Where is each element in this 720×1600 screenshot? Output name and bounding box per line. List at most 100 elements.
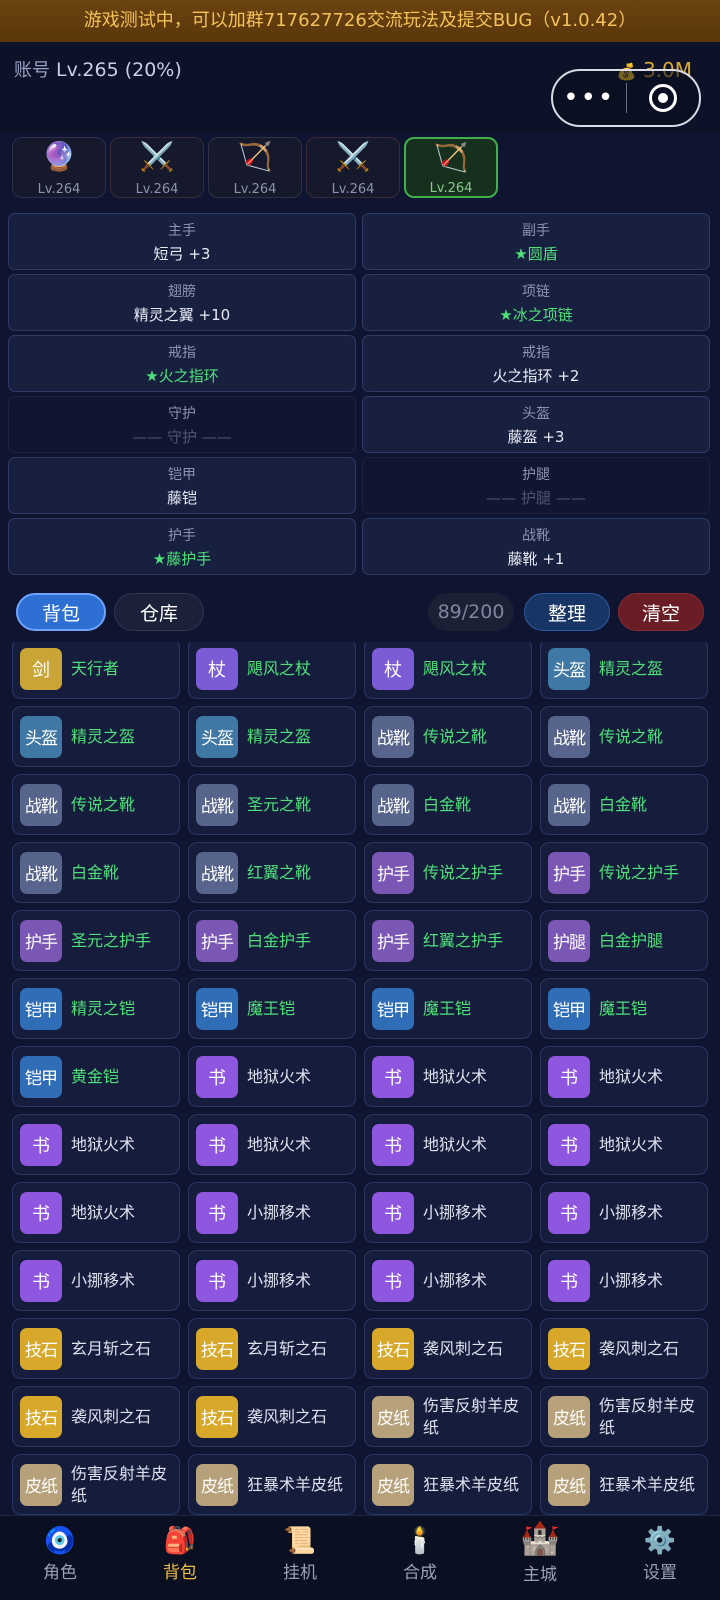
- bag-item[interactable]: 书小挪移术: [188, 1182, 356, 1243]
- tab-bag[interactable]: 背包: [16, 593, 106, 631]
- bag-item[interactable]: 皮纸 狂暴术羊皮纸: [540, 1454, 708, 1515]
- bag-item[interactable]: 护手 传说之护手: [540, 842, 708, 903]
- bag-item[interactable]: 皮纸 狂暴术羊皮纸: [364, 1454, 532, 1515]
- bag-item[interactable]: 书地狱火术: [12, 1182, 180, 1243]
- bag-item[interactable]: 战靴 白金靴: [12, 842, 180, 903]
- bag-item[interactable]: 书地狱火术: [12, 1114, 180, 1175]
- equipment-slot[interactable]: 副手 ★圆盾: [362, 213, 710, 270]
- item-name: 袭风刺之石: [599, 1338, 680, 1358]
- equipment-slot[interactable]: 翅膀 精灵之翼 +10: [8, 274, 356, 331]
- nav-settings[interactable]: ⚙️ 设置: [600, 1516, 720, 1600]
- bag-item[interactable]: 战靴 白金靴: [540, 774, 708, 835]
- equipment-slot[interactable]: 戒指 ★火之指环: [8, 335, 356, 392]
- bag-item[interactable]: 技石 玄月斩之石: [12, 1318, 180, 1379]
- bag-item[interactable]: 书地狱火术: [540, 1114, 708, 1175]
- bag-item[interactable]: 书地狱火术: [364, 1046, 532, 1107]
- bag-item[interactable]: 书小挪移术: [188, 1250, 356, 1311]
- equipment-slot[interactable]: 主手 短弓 +3: [8, 213, 356, 270]
- bag-item[interactable]: 护手 白金护手: [188, 910, 356, 971]
- sort-button[interactable]: 整理: [524, 593, 610, 631]
- bag-item[interactable]: 剑天行者: [12, 642, 180, 699]
- clear-button[interactable]: 清空: [618, 593, 704, 631]
- equipment-slot[interactable]: 头盔 藤盔 +3: [362, 396, 710, 453]
- nav-bag[interactable]: 🎒 背包: [120, 1516, 240, 1600]
- bag-item[interactable]: 战靴 传说之靴: [364, 706, 532, 767]
- bag-item[interactable]: 技石 袭风刺之石: [12, 1386, 180, 1447]
- item-type-badge: 战靴: [548, 783, 590, 826]
- bag-item[interactable]: 护腿 白金护腿: [540, 910, 708, 971]
- bag-item[interactable]: 皮纸 伤害反射羊皮纸: [364, 1386, 532, 1447]
- bag-item[interactable]: 书小挪移术: [364, 1250, 532, 1311]
- bag-item[interactable]: 战靴 传说之靴: [540, 706, 708, 767]
- bag-item[interactable]: 头盔 精灵之盔: [188, 706, 356, 767]
- bag-item[interactable]: 书地狱火术: [188, 1114, 356, 1175]
- bag-item[interactable]: 铠甲 魔王铠: [540, 978, 708, 1039]
- item-name: 伤害反射羊皮纸: [423, 1395, 520, 1437]
- equipment-item-name: 藤靴 +1: [507, 550, 565, 568]
- bag-item[interactable]: 铠甲 黄金铠: [12, 1046, 180, 1107]
- item-name: 白金护手: [247, 930, 312, 950]
- bag-item[interactable]: 皮纸 伤害反射羊皮纸: [540, 1386, 708, 1447]
- bag-item[interactable]: 战靴 红翼之靴: [188, 842, 356, 903]
- bag-item[interactable]: 护手 传说之护手: [364, 842, 532, 903]
- bag-item[interactable]: 书小挪移术: [12, 1250, 180, 1311]
- bag-item[interactable]: 战靴 白金靴: [364, 774, 532, 835]
- character-slot[interactable]: 🏹 Lv.264: [208, 137, 302, 198]
- bag-item[interactable]: 书小挪移术: [540, 1250, 708, 1311]
- equipment-slot[interactable]: 铠甲 藤铠: [8, 457, 356, 514]
- bag-item[interactable]: 护手 圣元之护手: [12, 910, 180, 971]
- item-type-badge: 书: [196, 1191, 238, 1234]
- character-slot[interactable]: ⚔️ Lv.264: [306, 137, 400, 198]
- more-button[interactable]: •••: [553, 69, 626, 127]
- item-name: 小挪移术: [247, 1202, 312, 1222]
- item-type-badge: 技石: [20, 1395, 62, 1438]
- character-slot[interactable]: 🏹 Lv.264: [404, 137, 498, 198]
- character-slot[interactable]: 🔮 Lv.264: [12, 137, 106, 198]
- bag-item[interactable]: 战靴 圣元之靴: [188, 774, 356, 835]
- bag-item[interactable]: 护手 红翼之护手: [364, 910, 532, 971]
- item-name: 精灵之盔: [247, 726, 312, 746]
- item-type-badge: 书: [20, 1123, 62, 1166]
- bag-item[interactable]: 技石 玄月斩之石: [188, 1318, 356, 1379]
- character-slot[interactable]: ⚔️ Lv.264: [110, 137, 204, 198]
- equipment-slot[interactable]: 项链 ★冰之项链: [362, 274, 710, 331]
- nav-character[interactable]: 🧿 角色: [0, 1516, 120, 1600]
- bag-item[interactable]: 书地狱火术: [540, 1046, 708, 1107]
- equipment-slot[interactable]: 护腿 —— 护腿 ——: [362, 457, 710, 514]
- bag-item[interactable]: 技石 袭风刺之石: [540, 1318, 708, 1379]
- equipment-slot[interactable]: 守护 —— 守护 ——: [8, 396, 356, 453]
- bag-item[interactable]: 皮纸 狂暴术羊皮纸: [188, 1454, 356, 1515]
- bag-item[interactable]: 铠甲 精灵之铠: [12, 978, 180, 1039]
- bag-item[interactable]: 战靴 传说之靴: [12, 774, 180, 835]
- bag-item[interactable]: 书小挪移术: [540, 1182, 708, 1243]
- bag-item[interactable]: 书地狱火术: [188, 1046, 356, 1107]
- bag-item[interactable]: 皮纸 伤害反射羊皮纸: [12, 1454, 180, 1515]
- close-miniprogram-button[interactable]: [627, 84, 700, 112]
- bag-item[interactable]: 铠甲 魔王铠: [364, 978, 532, 1039]
- bag-item[interactable]: 技石 袭风刺之石: [188, 1386, 356, 1447]
- bag-item[interactable]: 头盔 精灵之盔: [12, 706, 180, 767]
- bag-scroll-area[interactable]: 剑天行者杖飓风之杖杖飓风之杖 头盔 精灵之盔 头盔 精灵之盔 头盔 精灵之盔 战靴 传说之靴 战靴…: [0, 642, 720, 1515]
- announcement-banner: 游戏测试中，可以加群717627726交流玩法及提交BUG（v1.0.42）: [0, 0, 720, 42]
- item-name: 狂暴术羊皮纸: [247, 1474, 344, 1494]
- equipment-slot[interactable]: 战靴 藤靴 +1: [362, 518, 710, 575]
- item-name: 地狱火术: [599, 1134, 664, 1154]
- bag-item[interactable]: 杖飓风之杖: [364, 642, 532, 699]
- item-name: 魔王铠: [599, 998, 648, 1018]
- bag-item[interactable]: 头盔 精灵之盔: [540, 642, 708, 699]
- bag-item[interactable]: 书地狱火术: [364, 1114, 532, 1175]
- character-class-icon: 🏹: [433, 141, 469, 174]
- tab-storage[interactable]: 仓库: [114, 593, 204, 631]
- bag-item[interactable]: 杖飓风之杖: [188, 642, 356, 699]
- account-label: 账号: [14, 60, 50, 81]
- equipment-slot-label: 戒指: [522, 345, 550, 361]
- item-type-badge: 铠甲: [196, 987, 238, 1030]
- bag-item[interactable]: 铠甲 魔王铠: [188, 978, 356, 1039]
- equipment-slot[interactable]: 护手 ★藤护手: [8, 518, 356, 575]
- nav-idle[interactable]: 📜 挂机: [240, 1516, 360, 1600]
- bag-item[interactable]: 书小挪移术: [364, 1182, 532, 1243]
- nav-craft[interactable]: 🕯️ 合成: [360, 1516, 480, 1600]
- equipment-slot[interactable]: 戒指 火之指环 +2: [362, 335, 710, 392]
- bag-item[interactable]: 技石 袭风刺之石: [364, 1318, 532, 1379]
- nav-city[interactable]: 🏰 主城: [480, 1516, 600, 1600]
